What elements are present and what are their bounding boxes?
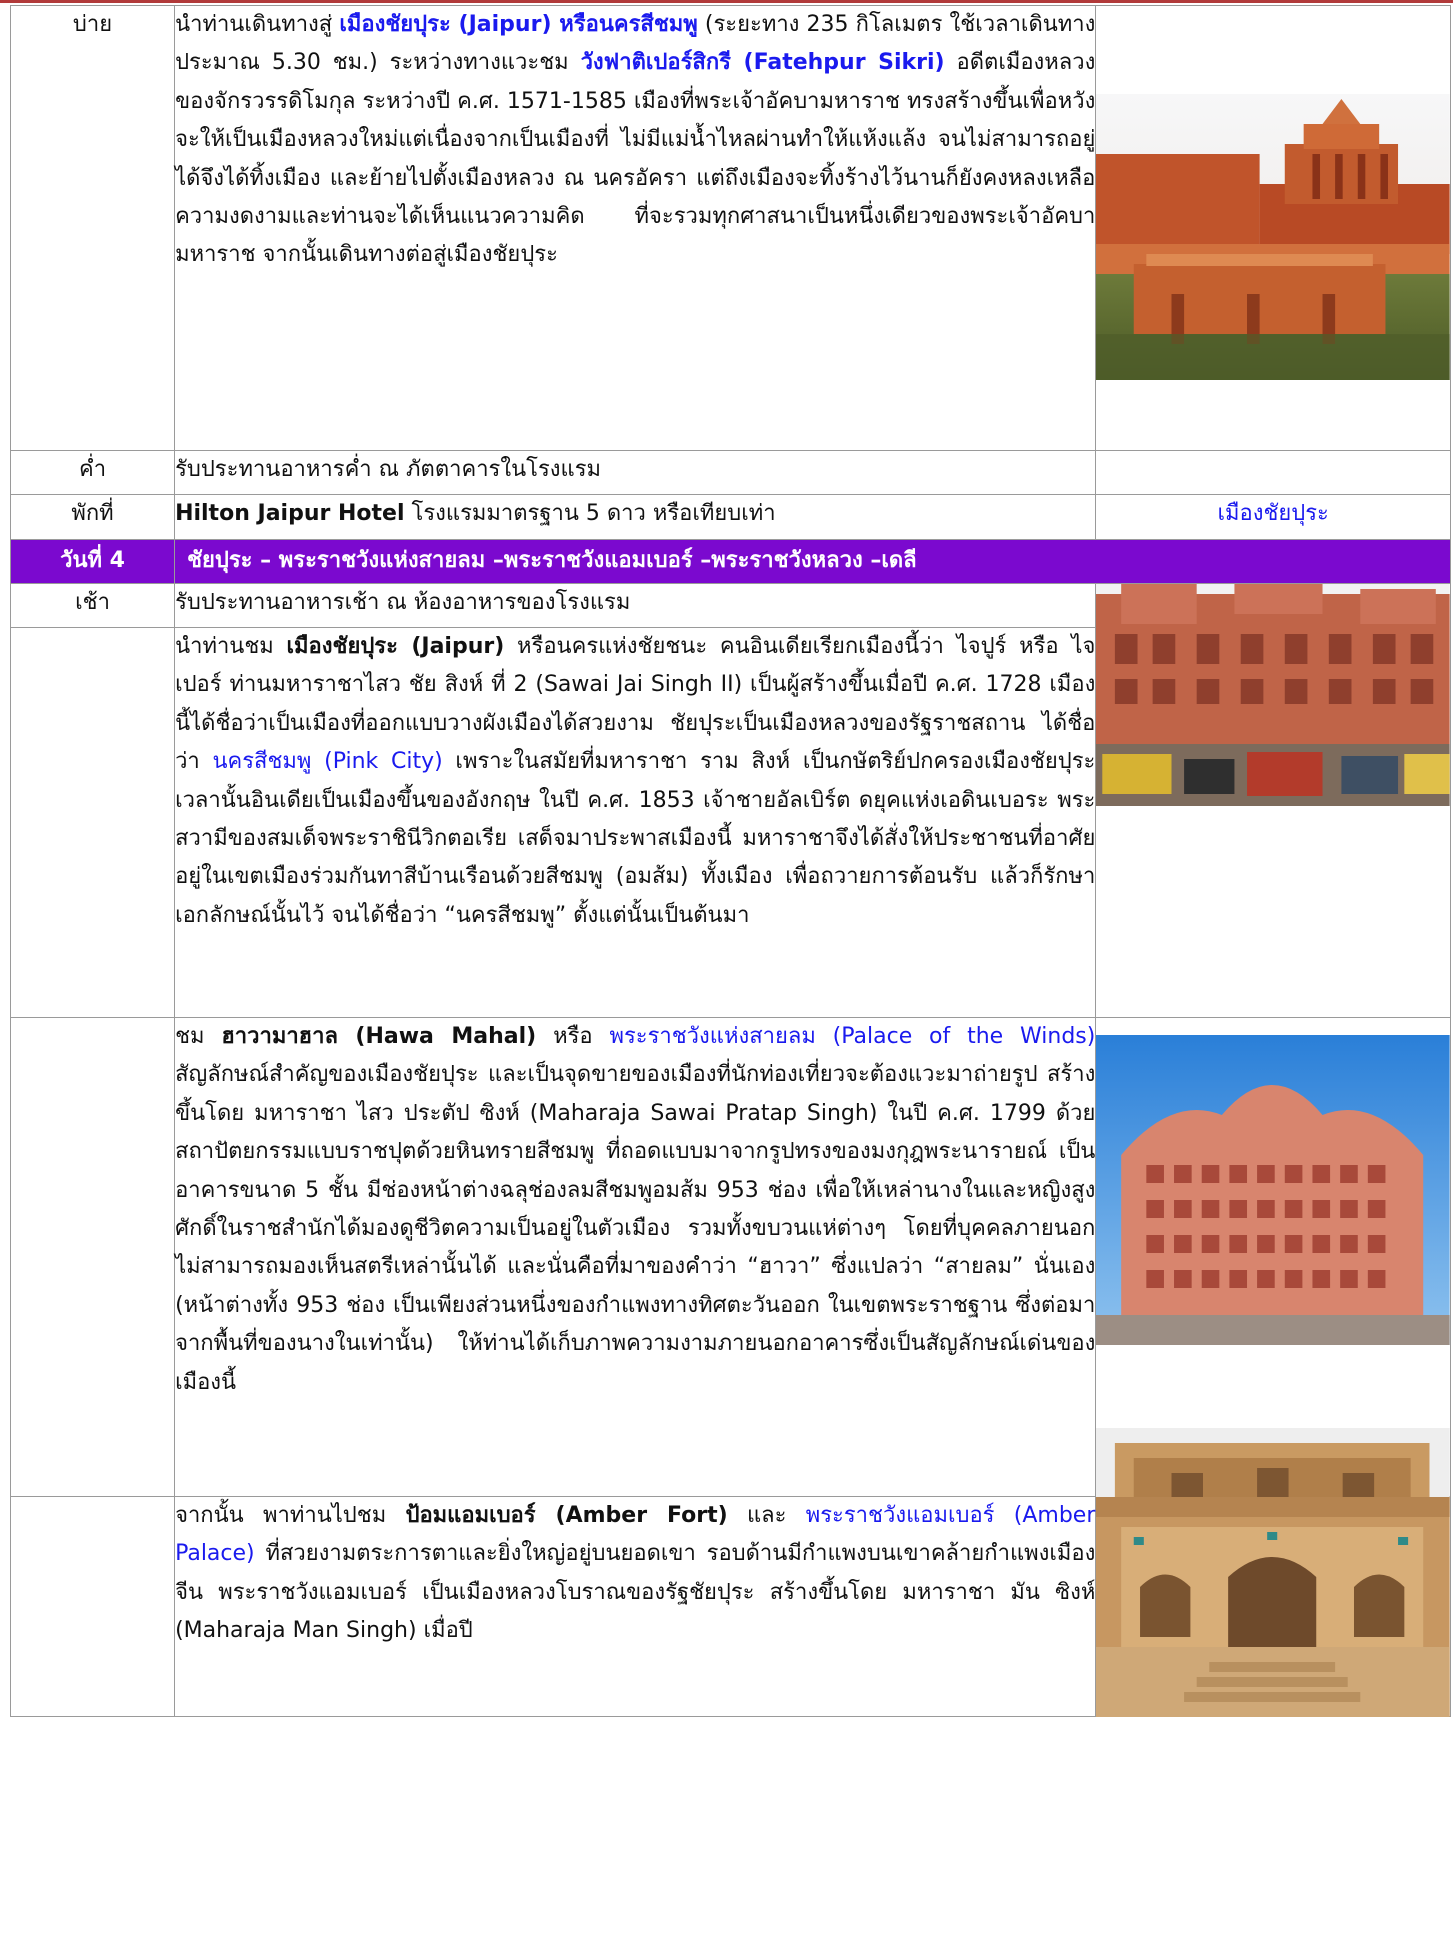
itinerary-table: บ่าย นำท่านเดินทางสู่ เมืองชัยปุระ (Jaip…	[9, 5, 1451, 1717]
row-dinner: ค่ำ รับประทานอาหารค่ำ ณ ภัตตาคารในโรงแรม	[9, 450, 1451, 495]
text-segment: และ	[727, 1503, 806, 1528]
photo-amber-palace	[1096, 1497, 1450, 1717]
empty-cell	[9, 1496, 176, 1717]
empty-cell	[1095, 450, 1451, 495]
hotel-name: Hilton Jaipur Hotel	[175, 501, 405, 526]
hawa-mahal-description: ชม ฮาวามาฮาล (Hawa Mahal) หรือ พระราชวัง…	[174, 1017, 1097, 1497]
row-hotel: พักที่ Hilton Jaipur Hotel โรงแรมมาตรฐาน…	[9, 494, 1451, 540]
image-cell	[1095, 5, 1451, 451]
bold-hawa-mahal: ฮาวามาฮาล (Hawa Mahal)	[221, 1024, 537, 1049]
bold-amber-fort: ป้อมแอมเบอร์ (Amber Fort)	[405, 1503, 728, 1528]
row-hawa-mahal: ชม ฮาวามาฮาล (Hawa Mahal) หรือ พระราชวัง…	[9, 1017, 1451, 1513]
text-segment: อดีตเมืองหลวงของจักรวรรดิโมกุล ระหว่างปี…	[175, 50, 1096, 268]
day-label: วันที่ 4	[9, 539, 176, 584]
photo-hawa-mahal	[1096, 1035, 1450, 1345]
row-amber: จากนั้น พาท่านไปชม ป้อมแอมเบอร์ (Amber F…	[9, 1496, 1451, 1717]
text-segment: เพราะในสมัยที่มหาราชา ราม สิงห์ เป็นกษัต…	[175, 749, 1096, 928]
time-label: ค่ำ	[9, 450, 176, 495]
image-cell	[1095, 1496, 1451, 1717]
top-rule	[0, 0, 1453, 3]
row-breakfast: เช้า รับประทานอาหารเช้า ณ ห้องอาหารของโร…	[9, 583, 1451, 1018]
time-label: พักที่	[9, 494, 176, 540]
time-label: บ่าย	[9, 5, 176, 451]
bold-jaipur: เมืองชัยปุระ (Jaipur)	[286, 634, 505, 659]
highlight-pink-city: นครสีชมพู (Pink City)	[212, 749, 443, 775]
empty-cell	[9, 1017, 176, 1497]
jaipur-description: นำท่านชม เมืองชัยปุระ (Jaipur) หรือนครแห…	[174, 627, 1097, 1018]
dinner-description: รับประทานอาหารค่ำ ณ ภัตตาคารในโรงแรม	[174, 450, 1097, 495]
day-header: วันที่ 4 ชัยปุระ – พระราชวังแห่งสายลม –พ…	[9, 539, 1451, 584]
breakfast-description: รับประทานอาหารเช้า ณ ห้องอาหารของโรงแรม	[174, 583, 1097, 628]
text-segment: จากนั้น พาท่านไปชม	[175, 1503, 406, 1528]
amber-description: จากนั้น พาท่านไปชม ป้อมแอมเบอร์ (Amber F…	[174, 1496, 1097, 1717]
image-cell	[1095, 1017, 1451, 1513]
empty-cell	[9, 627, 176, 1018]
afternoon-description: นำท่านเดินทางสู่ เมืองชัยปุระ (Jaipur) ห…	[174, 5, 1097, 451]
text-segment: หรือ	[536, 1024, 610, 1049]
text-segment: นำท่านชม	[175, 634, 287, 659]
text-segment: สัญลักษณ์สำคัญของเมืองชัยปุระ และเป็นจุด…	[175, 1062, 1096, 1395]
photo-jaipur-street	[1096, 584, 1450, 806]
text-segment: ที่สวยงามตระการตาและยิ่งใหญ่อยู่บนยอดเขา…	[175, 1541, 1096, 1644]
highlight-fatehpur-sikri: วังฟาติเปอร์สิกรี (Fatehpur Sikri)	[580, 50, 945, 76]
photo-fatehpur-sikri	[1096, 94, 1450, 380]
highlight-palace-of-winds: พระราชวังแห่งสายลม (Palace of the Winds)	[609, 1024, 1096, 1049]
text-segment: โรงแรมมาตรฐาน 5 ดาว หรือเทียบเท่า	[404, 501, 776, 526]
hotel-city: เมืองชัยปุระ	[1095, 494, 1451, 540]
hotel-description: Hilton Jaipur Hotel โรงแรมมาตรฐาน 5 ดาว …	[174, 494, 1097, 540]
row-afternoon: บ่าย นำท่านเดินทางสู่ เมืองชัยปุระ (Jaip…	[9, 5, 1451, 451]
image-cell	[1095, 583, 1451, 1018]
day-title: ชัยปุระ – พระราชวังแห่งสายลม –พระราชวังแ…	[174, 539, 1451, 584]
time-label: เช้า	[9, 583, 176, 628]
text-segment: ชม	[175, 1024, 222, 1049]
text-segment: นำท่านเดินทางสู่	[175, 12, 340, 37]
highlight-jaipur: เมืองชัยปุระ (Jaipur) หรือนครสีชมพู	[339, 12, 698, 37]
